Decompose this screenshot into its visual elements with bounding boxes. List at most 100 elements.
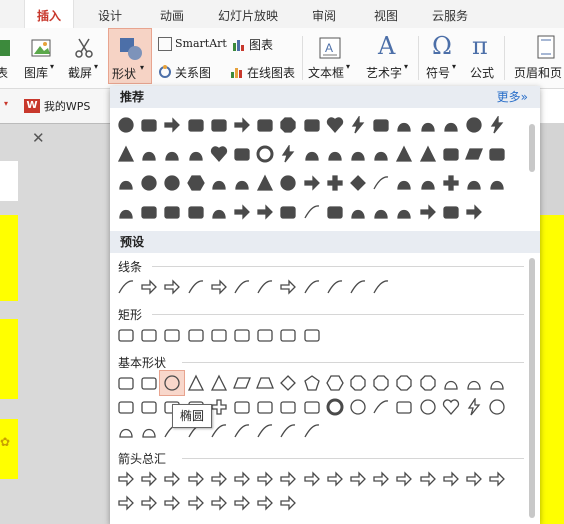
left-brace-icon[interactable] — [275, 418, 301, 444]
bent-up-arrow-icon[interactable] — [368, 466, 394, 492]
no-symbol-icon[interactable] — [345, 394, 371, 420]
tab-design[interactable]: 设计 — [86, 0, 134, 28]
curve-arrow-icon[interactable] — [275, 274, 301, 300]
corner-icon[interactable] — [136, 199, 162, 225]
heptagon-icon[interactable] — [345, 370, 371, 396]
can-icon[interactable] — [252, 394, 278, 420]
screenshot-button[interactable]: 截屏 ▾ — [64, 28, 104, 84]
crown-tri-icon[interactable] — [391, 141, 417, 167]
person-icon[interactable] — [322, 141, 348, 167]
oval-icon[interactable] — [461, 112, 487, 138]
dodecagon-icon[interactable] — [415, 370, 441, 396]
chart-button[interactable]: 图表 — [232, 36, 273, 54]
up-arrow-icon[interactable] — [159, 466, 185, 492]
formula-button[interactable]: π 公式 — [466, 28, 500, 84]
decagon-icon[interactable] — [391, 370, 417, 396]
arrow-right-thick-icon[interactable] — [299, 170, 325, 196]
left-arrow-icon[interactable] — [136, 466, 162, 492]
notched-right-arrow-icon[interactable] — [113, 490, 139, 516]
smartart-button[interactable]: SmartArt — [158, 36, 227, 51]
curve-double-icon[interactable] — [299, 274, 325, 300]
wps-link[interactable]: W 我的WPS — [24, 98, 90, 114]
round-diag-rect-icon[interactable] — [275, 322, 301, 348]
down-arrow-callout-icon[interactable] — [206, 490, 232, 516]
cloud-people-icon[interactable] — [159, 141, 185, 167]
heart-outline-icon[interactable] — [206, 141, 232, 167]
people2-icon[interactable] — [206, 199, 232, 225]
heart-icon[interactable] — [322, 112, 348, 138]
arrow-right2-icon[interactable] — [252, 199, 278, 225]
more-link[interactable]: 更多» — [497, 86, 528, 108]
sun-icon[interactable] — [484, 394, 510, 420]
u-turn-arrow-icon[interactable] — [322, 466, 348, 492]
octagon-icon[interactable] — [368, 370, 394, 396]
rect-plain-icon[interactable] — [229, 141, 255, 167]
snip-rect-icon[interactable] — [159, 322, 185, 348]
drop-icon[interactable] — [415, 112, 441, 138]
folded-corner-icon[interactable] — [391, 394, 417, 420]
pie-icon[interactable] — [438, 370, 464, 396]
hexagon-icon[interactable] — [322, 370, 348, 396]
diamond-icon[interactable] — [275, 370, 301, 396]
phone-icon[interactable] — [183, 141, 209, 167]
lightning-icon[interactable] — [461, 394, 487, 420]
rounded-rect-icon[interactable] — [136, 112, 162, 138]
curved-left-arrow-icon[interactable] — [415, 466, 441, 492]
double-arrow-line-icon[interactable] — [159, 274, 185, 300]
crowd-icon[interactable] — [438, 112, 464, 138]
square-icon[interactable] — [368, 112, 394, 138]
snip2-rect-icon[interactable] — [183, 322, 209, 348]
arrow-right3-icon[interactable] — [461, 199, 487, 225]
left-right-arrow-icon[interactable] — [206, 466, 232, 492]
book-icon[interactable] — [113, 170, 139, 196]
right-arrow-callout-icon[interactable] — [183, 490, 209, 516]
textbox-button[interactable]: A 文本框 ▾ — [306, 28, 352, 84]
monitor-icon[interactable] — [229, 170, 255, 196]
striped-right-arrow-icon[interactable] — [484, 466, 510, 492]
smiley-icon[interactable] — [415, 394, 441, 420]
elbow-double-icon[interactable] — [229, 274, 255, 300]
rect-icon[interactable] — [113, 322, 139, 348]
pentagon-arrow-icon[interactable] — [136, 490, 162, 516]
rect2-icon[interactable] — [275, 199, 301, 225]
chart-bars-icon[interactable] — [183, 199, 209, 225]
cloud-callout-icon[interactable] — [391, 112, 417, 138]
right-brace-icon[interactable] — [299, 418, 325, 444]
square3-icon[interactable] — [159, 199, 185, 225]
scribble-icon[interactable] — [368, 274, 394, 300]
arrow-line-icon[interactable] — [136, 274, 162, 300]
doc2-icon[interactable] — [345, 199, 371, 225]
vertical-text-icon[interactable] — [136, 370, 162, 396]
plaque-icon[interactable] — [229, 394, 255, 420]
triangle-icon[interactable] — [113, 141, 139, 167]
half-frame-icon[interactable] — [136, 394, 162, 420]
laptop-icon[interactable] — [113, 199, 139, 225]
brace-icon[interactable] — [368, 170, 394, 196]
slide-thumbnail[interactable] — [0, 215, 18, 301]
curved-arrow-icon[interactable] — [229, 112, 255, 138]
chevron-icon[interactable] — [159, 490, 185, 516]
up-down-arrow-icon[interactable] — [229, 466, 255, 492]
lightning-icon[interactable] — [345, 112, 371, 138]
plus-icon[interactable] — [322, 170, 348, 196]
circular-arrow-icon[interactable] — [275, 490, 301, 516]
doc-icon[interactable] — [345, 141, 371, 167]
pentagon-arrow-icon[interactable] — [159, 112, 185, 138]
heart-icon[interactable] — [438, 394, 464, 420]
chord-icon[interactable] — [461, 370, 487, 396]
right-triangle-icon[interactable] — [206, 370, 232, 396]
money-bag2-icon[interactable] — [391, 199, 417, 225]
round-snip-rect-icon[interactable] — [206, 322, 232, 348]
right-bracket-icon[interactable] — [252, 418, 278, 444]
ring-icon[interactable] — [252, 141, 278, 167]
preset-scrollbar[interactable] — [529, 258, 535, 518]
teardrop-icon[interactable] — [484, 370, 510, 396]
picture-library-button[interactable]: 图库 ▾ — [22, 28, 62, 84]
tab-review[interactable]: 审阅 — [300, 0, 348, 28]
circle-icon[interactable] — [113, 112, 139, 138]
moon-star-icon[interactable] — [368, 141, 394, 167]
rect-callout-icon[interactable] — [206, 112, 232, 138]
curve-icon[interactable] — [252, 274, 278, 300]
pie-icon[interactable] — [484, 170, 510, 196]
square4-icon[interactable] — [322, 199, 348, 225]
